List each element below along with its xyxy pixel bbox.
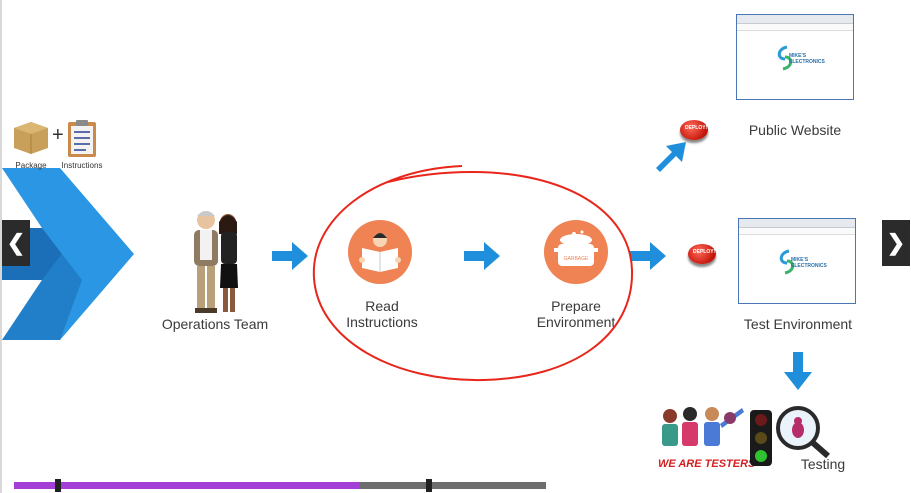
arrow-up-right-icon <box>656 142 686 172</box>
public-website-label: Public Website <box>748 122 842 138</box>
traffic-light-icon <box>750 410 772 466</box>
instructions-label: Instructions <box>61 161 103 170</box>
logo-line2: ELECTRONICS <box>789 59 825 65</box>
testers-team-figures <box>656 404 746 458</box>
clipboard-icon <box>66 118 98 158</box>
deploy-button-public: DEPLOY! <box>680 120 708 140</box>
bug-magnifier-icon <box>776 406 830 459</box>
deploy-label: DEPLOY! <box>685 125 708 131</box>
test-environment-browser: MIKE'S ELECTRONICS <box>738 218 856 304</box>
plus-sign: + <box>52 124 64 146</box>
package-label: Package <box>15 161 47 170</box>
testing-label: Testing <box>800 456 846 472</box>
deploy-label: DEPLOY! <box>693 249 716 255</box>
deploy-button-test: DEPLOY! <box>688 244 716 264</box>
slide-canvas: + Package Instructions ❮ Operations Team… <box>0 0 911 493</box>
logo-line2: ELECTRONICS <box>791 263 827 269</box>
package-icon <box>12 120 50 154</box>
next-slide-button[interactable]: ❯ <box>882 220 910 266</box>
prev-slide-button[interactable]: ❮ <box>2 220 30 266</box>
operations-team-label: Operations Team <box>161 316 269 332</box>
test-environment-label: Test Environment <box>743 316 853 332</box>
progress-marker[interactable] <box>426 479 432 492</box>
logo-text: MIKE'S ELECTRONICS <box>791 257 827 269</box>
progress-marker[interactable] <box>55 479 61 492</box>
arrow-down-icon <box>784 352 812 390</box>
operations-team-figures <box>188 208 244 316</box>
annotation-circle <box>312 165 634 382</box>
public-website-browser: MIKE'S ELECTRONICS <box>736 14 854 100</box>
logo-text: MIKE'S ELECTRONICS <box>789 53 825 65</box>
we-are-testers-text: WE ARE TESTERS <box>658 458 756 470</box>
progress-played <box>14 482 360 489</box>
